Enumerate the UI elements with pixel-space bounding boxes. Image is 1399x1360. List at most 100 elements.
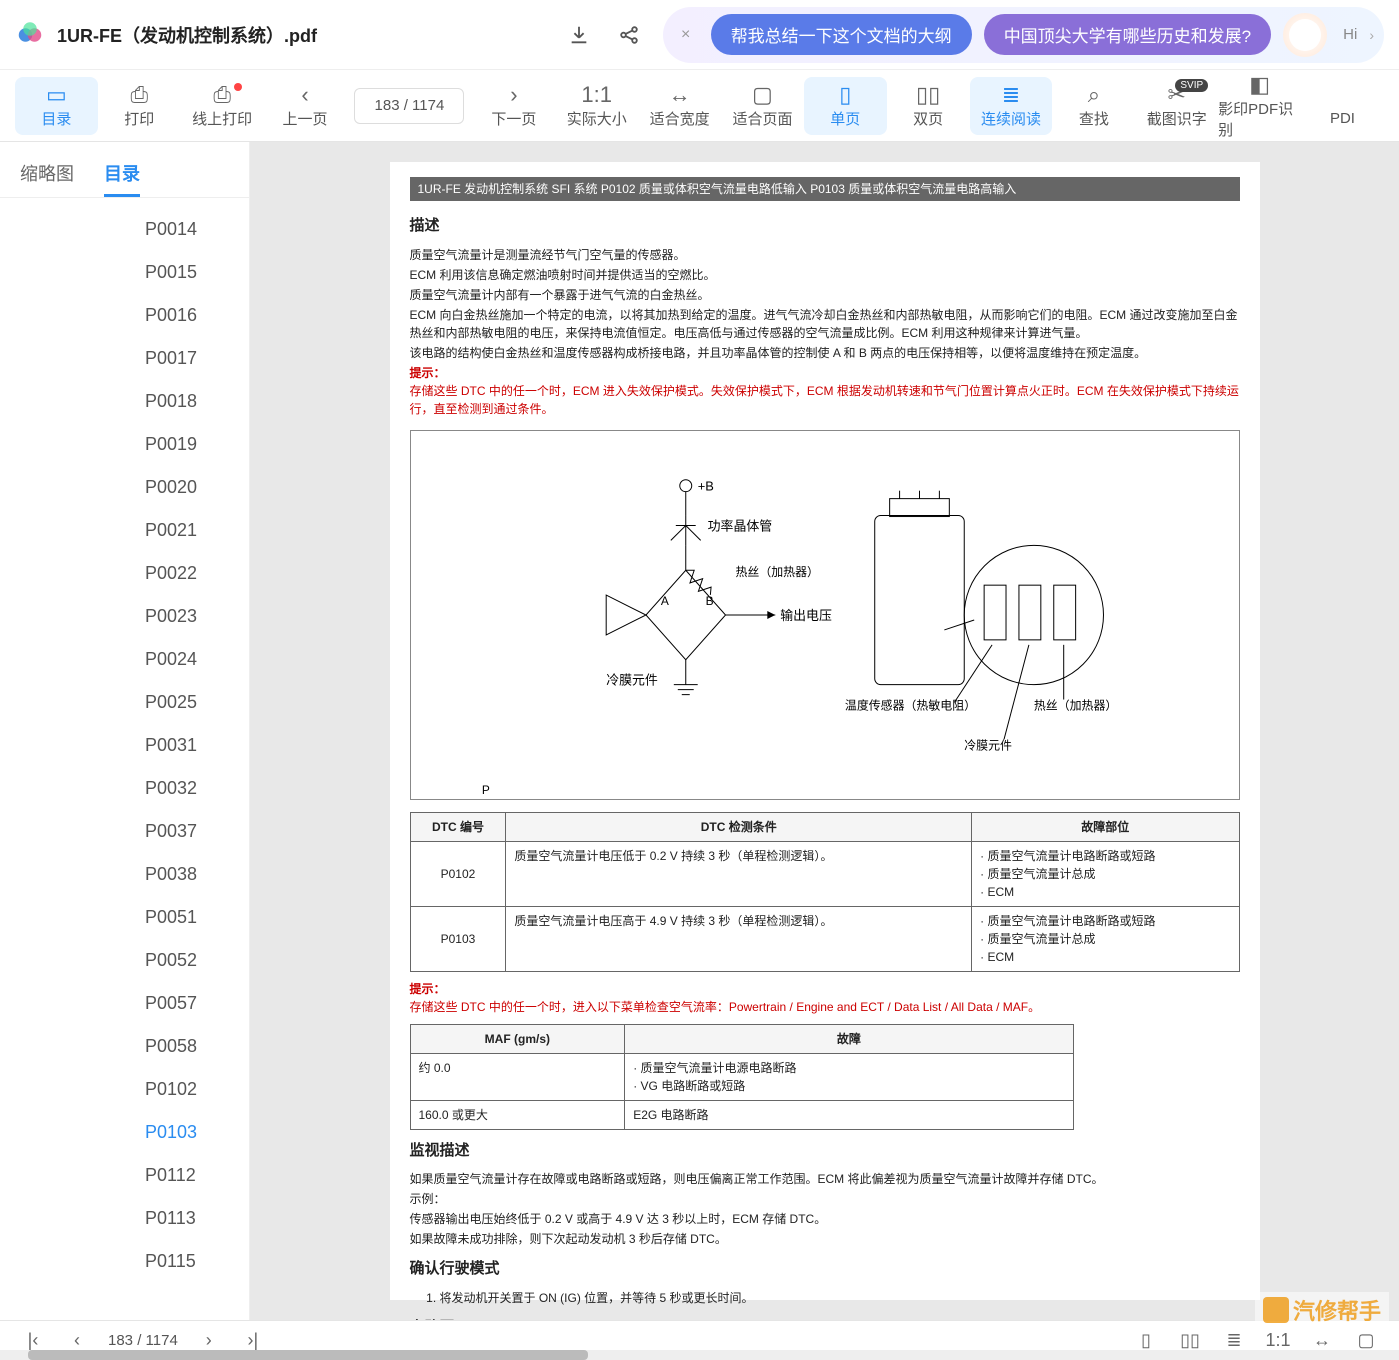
ocr-pdf-button[interactable]: ◧影印PDF识别 <box>1218 77 1301 135</box>
footer-page-label: 183 / 1174 <box>108 1332 178 1349</box>
toc-toggle-button[interactable]: ▭目录 <box>15 77 98 135</box>
find-button[interactable]: ⌕查找 <box>1052 77 1135 135</box>
horizontal-scrollbar[interactable] <box>0 1350 1399 1360</box>
ai-assistant-bar: × 帮我总结一下这个文档的大纲 中国顶尖大学有哪些历史和发展? Hi › <box>663 7 1384 63</box>
svip-badge: SVIP <box>1175 79 1208 92</box>
tb-label: 打印 <box>124 108 154 129</box>
tb-label: 双页 <box>913 108 943 129</box>
body-text: 如果质量空气流量计存在故障或电路断路或短路，则电压偏离正常工作范围。ECM 将此… <box>410 1170 1240 1188</box>
toc-item-P0015[interactable]: P0015 <box>0 251 249 294</box>
print-icon: ⎙ <box>130 82 148 108</box>
th: 故障 <box>625 1024 1073 1053</box>
svg-text:+B: +B <box>697 478 713 493</box>
chevron-right-icon[interactable]: › <box>1369 27 1374 43</box>
notification-dot <box>234 83 242 91</box>
screenshot-ocr-button[interactable]: SVIP✂截图识字 <box>1135 77 1218 135</box>
pdf-page: 1UR-FE 发动机控制系统 SFI 系统 P0102 质量或体积空气流量电路低… <box>390 162 1260 1300</box>
toc-item-P0023[interactable]: P0023 <box>0 595 249 638</box>
tab-thumbnails[interactable]: 缩略图 <box>20 152 74 197</box>
toc-item-P0037[interactable]: P0037 <box>0 810 249 853</box>
toc-item-P0014[interactable]: P0014 <box>0 208 249 251</box>
toc-item-P0115[interactable]: P0115 <box>0 1240 249 1283</box>
toc-item-P0112[interactable]: P0112 <box>0 1154 249 1197</box>
toolbar: ▭目录 ⎙打印 ⎙线上打印 ‹上一页 ›下一页 1:1实际大小 ↔适合宽度 ▢适… <box>0 70 1399 142</box>
body-text: ECM 利用该信息确定燃油喷射时间并提供适当的空燃比。 <box>410 266 1240 284</box>
toc-item-P0058[interactable]: P0058 <box>0 1025 249 1068</box>
toc-item-P0022[interactable]: P0022 <box>0 552 249 595</box>
ai-close-icon[interactable]: × <box>673 22 699 48</box>
toc-item-P0018[interactable]: P0018 <box>0 380 249 423</box>
svg-text:热丝（加热器）: 热丝（加热器） <box>1033 698 1116 712</box>
pdi-button[interactable]: PDI <box>1301 77 1384 135</box>
toc-item-P0031[interactable]: P0031 <box>0 724 249 767</box>
main-area: 缩略图 目录 P0014P0015P0016P0017P0018P0019P00… <box>0 142 1399 1320</box>
toc-item-P0057[interactable]: P0057 <box>0 982 249 1025</box>
svg-text:A: A <box>660 594 668 608</box>
toc-item-P0024[interactable]: P0024 <box>0 638 249 681</box>
svg-text:冷膜元件: 冷膜元件 <box>964 738 1012 752</box>
double-page-button[interactable]: ▯▯双页 <box>887 77 970 135</box>
tb-label: 连续阅读 <box>981 108 1041 129</box>
ai-suggestion-summary[interactable]: 帮我总结一下这个文档的大纲 <box>711 14 972 55</box>
fit-page-button[interactable]: ▢适合页面 <box>721 77 804 135</box>
svg-text:功率晶体管: 功率晶体管 <box>707 518 772 533</box>
document-viewport[interactable]: 1UR-FE 发动机控制系统 SFI 系统 P0102 质量或体积空气流量电路低… <box>250 142 1399 1320</box>
toc-item-P0051[interactable]: P0051 <box>0 896 249 939</box>
toc-item-P0021[interactable]: P0021 <box>0 509 249 552</box>
ai-suggestion-university[interactable]: 中国顶尖大学有哪些历史和发展? <box>984 14 1271 55</box>
hint-label: 提示： <box>410 366 446 380</box>
td: 约 0.0 <box>410 1053 625 1100</box>
body-text: 该电路的结构使白金热丝和温度传感器构成桥接电路，并且功率晶体管的控制使 A 和 … <box>410 344 1240 362</box>
ai-avatar-icon[interactable] <box>1283 13 1327 57</box>
toc-list[interactable]: P0014P0015P0016P0017P0018P0019P0020P0021… <box>0 198 249 1320</box>
page-number-input[interactable] <box>354 88 464 124</box>
print-button[interactable]: ⎙打印 <box>98 77 181 135</box>
svg-text:热丝（加热器）: 热丝（加热器） <box>735 565 818 579</box>
search-icon: ⌕ <box>1088 82 1100 108</box>
th: DTC 编号 <box>410 812 506 841</box>
share-icon[interactable] <box>615 21 643 49</box>
toc-item-P0038[interactable]: P0038 <box>0 853 249 896</box>
toc-item-P0102[interactable]: P0102 <box>0 1068 249 1111</box>
svg-text:P: P <box>481 783 489 797</box>
toc-item-P0017[interactable]: P0017 <box>0 337 249 380</box>
section-monitor-title: 监视描述 <box>410 1140 1240 1163</box>
toc-item-P0025[interactable]: P0025 <box>0 681 249 724</box>
toc-item-P0016[interactable]: P0016 <box>0 294 249 337</box>
toc-item-P0020[interactable]: P0020 <box>0 466 249 509</box>
file-title: 1UR-FE（发动机控制系统）.pdf <box>57 22 317 48</box>
sidebar-tabs: 缩略图 目录 <box>0 142 249 198</box>
download-icon[interactable] <box>565 21 593 49</box>
section-confirm-title: 确认行驶模式 <box>410 1258 1240 1281</box>
hint-label: 提示： <box>410 982 446 996</box>
toc-item-P0103[interactable]: P0103 <box>0 1111 249 1154</box>
tb-label: 目录 <box>41 108 71 129</box>
td: 质量空气流量计电压低于 0.2 V 持续 3 秒（单程检测逻辑）。 <box>506 841 972 906</box>
body-text: 如果故障未成功排除，则下次起动发动机 3 秒后存储 DTC。 <box>410 1230 1240 1248</box>
section-description-title: 描述 <box>410 215 1240 238</box>
svg-text:温度传感器（热敏电阻）: 温度传感器（热敏电阻） <box>844 698 975 712</box>
toc-item-P0113[interactable]: P0113 <box>0 1197 249 1240</box>
tab-toc[interactable]: 目录 <box>104 152 140 197</box>
continuous-icon: ≣ <box>1002 82 1020 108</box>
next-page-button[interactable]: ›下一页 <box>472 77 555 135</box>
toc-item-P0032[interactable]: P0032 <box>0 767 249 810</box>
body-text: 质量空气流量计内部有一个暴露于进气气流的白金热丝。 <box>410 286 1240 304</box>
toc-item-P0019[interactable]: P0019 <box>0 423 249 466</box>
scrollbar-thumb[interactable] <box>28 1350 588 1360</box>
tb-label: 单页 <box>830 108 860 129</box>
chevron-left-icon: ‹ <box>301 82 308 108</box>
tb-label: 下一页 <box>491 108 536 129</box>
prev-page-button[interactable]: ‹上一页 <box>264 77 347 135</box>
tb-label: 影印PDF识别 <box>1218 98 1301 140</box>
tb-label: 适合页面 <box>732 108 792 129</box>
toc-item-P0052[interactable]: P0052 <box>0 939 249 982</box>
actual-size-button[interactable]: 1:1实际大小 <box>555 77 638 135</box>
tb-label: PDI <box>1330 110 1355 127</box>
online-print-button[interactable]: ⎙线上打印 <box>181 77 264 135</box>
tb-label: 截图识字 <box>1147 108 1207 129</box>
fit-width-button[interactable]: ↔适合宽度 <box>638 77 721 135</box>
continuous-read-button[interactable]: ≣连续阅读 <box>970 77 1053 135</box>
fit-width-icon: ↔ <box>669 82 691 108</box>
single-page-button[interactable]: ▯单页 <box>804 77 887 135</box>
